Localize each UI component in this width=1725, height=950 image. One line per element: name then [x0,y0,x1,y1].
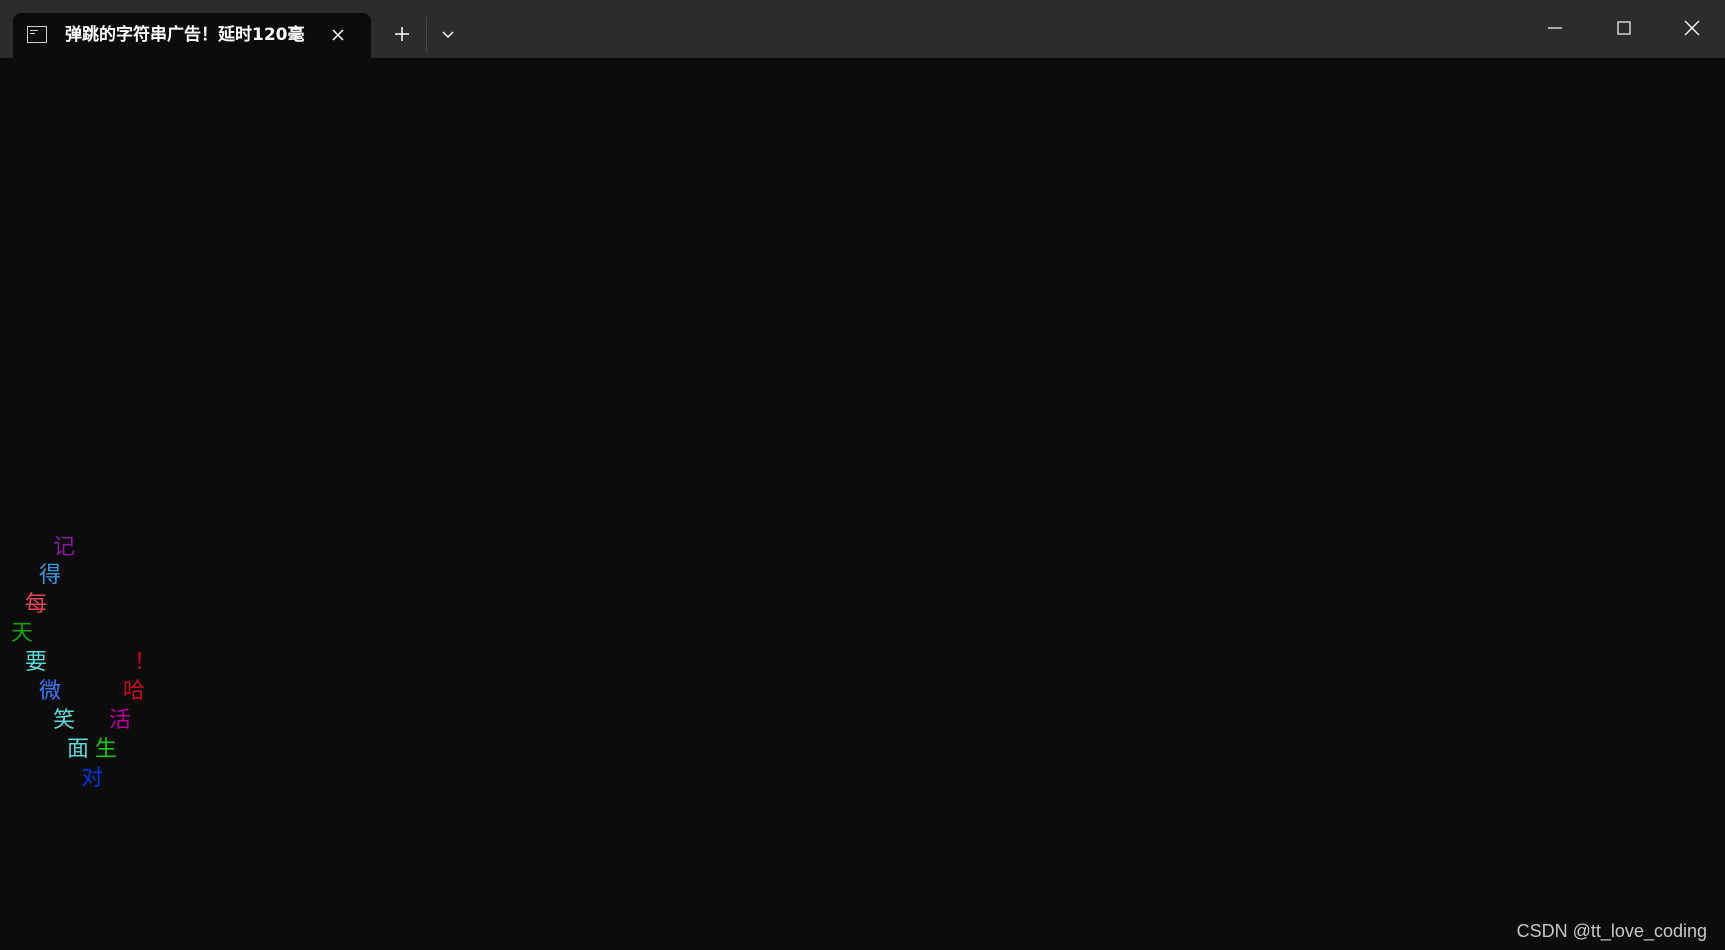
maximize-icon [1617,21,1631,35]
close-tab-button[interactable] [325,22,351,48]
close-icon [1684,20,1700,36]
terminal-char: 要 [25,650,48,675]
title-bar[interactable]: 弹跳的字符串广告！延时120毫 [0,0,1725,58]
terminal-char: 微 [39,679,62,704]
terminal-char: ！ [134,650,157,675]
new-tab-button[interactable] [386,19,418,49]
maximize-button[interactable] [1590,0,1658,56]
terminal-char: 记 [53,535,76,560]
plus-icon [395,27,409,41]
terminal-char: 天 [11,621,34,646]
terminal-char: 笑 [53,708,76,733]
minimize-button[interactable] [1521,0,1589,56]
terminal-char: 每 [25,592,48,617]
terminal-char: 面 [67,737,90,762]
tab-divider [426,17,427,51]
tab-dropdown-button[interactable] [432,19,464,49]
minimize-icon [1548,27,1562,29]
terminal-window: 弹跳的字符串广告！延时120毫 记 得 每 天 要 微 笑 面 对 生 活 哈 … [0,0,1725,950]
tab-active[interactable]: 弹跳的字符串广告！延时120毫 [13,13,371,58]
terminal-icon [27,26,47,43]
terminal-char: 对 [81,766,104,791]
terminal-char: 生 [95,737,118,762]
close-window-button[interactable] [1658,0,1725,56]
watermark: CSDN @tt_love_coding [1516,921,1707,941]
close-icon [332,29,344,41]
terminal-char: 得 [39,563,62,588]
terminal-output[interactable]: 记 得 每 天 要 微 笑 面 对 生 活 哈 ！ CSDN @tt_love_… [0,58,1725,950]
tab-title: 弹跳的字符串广告！延时120毫 [65,25,305,45]
terminal-char: 哈 [123,679,146,704]
terminal-char: 活 [109,708,132,733]
chevron-down-icon [442,31,454,39]
